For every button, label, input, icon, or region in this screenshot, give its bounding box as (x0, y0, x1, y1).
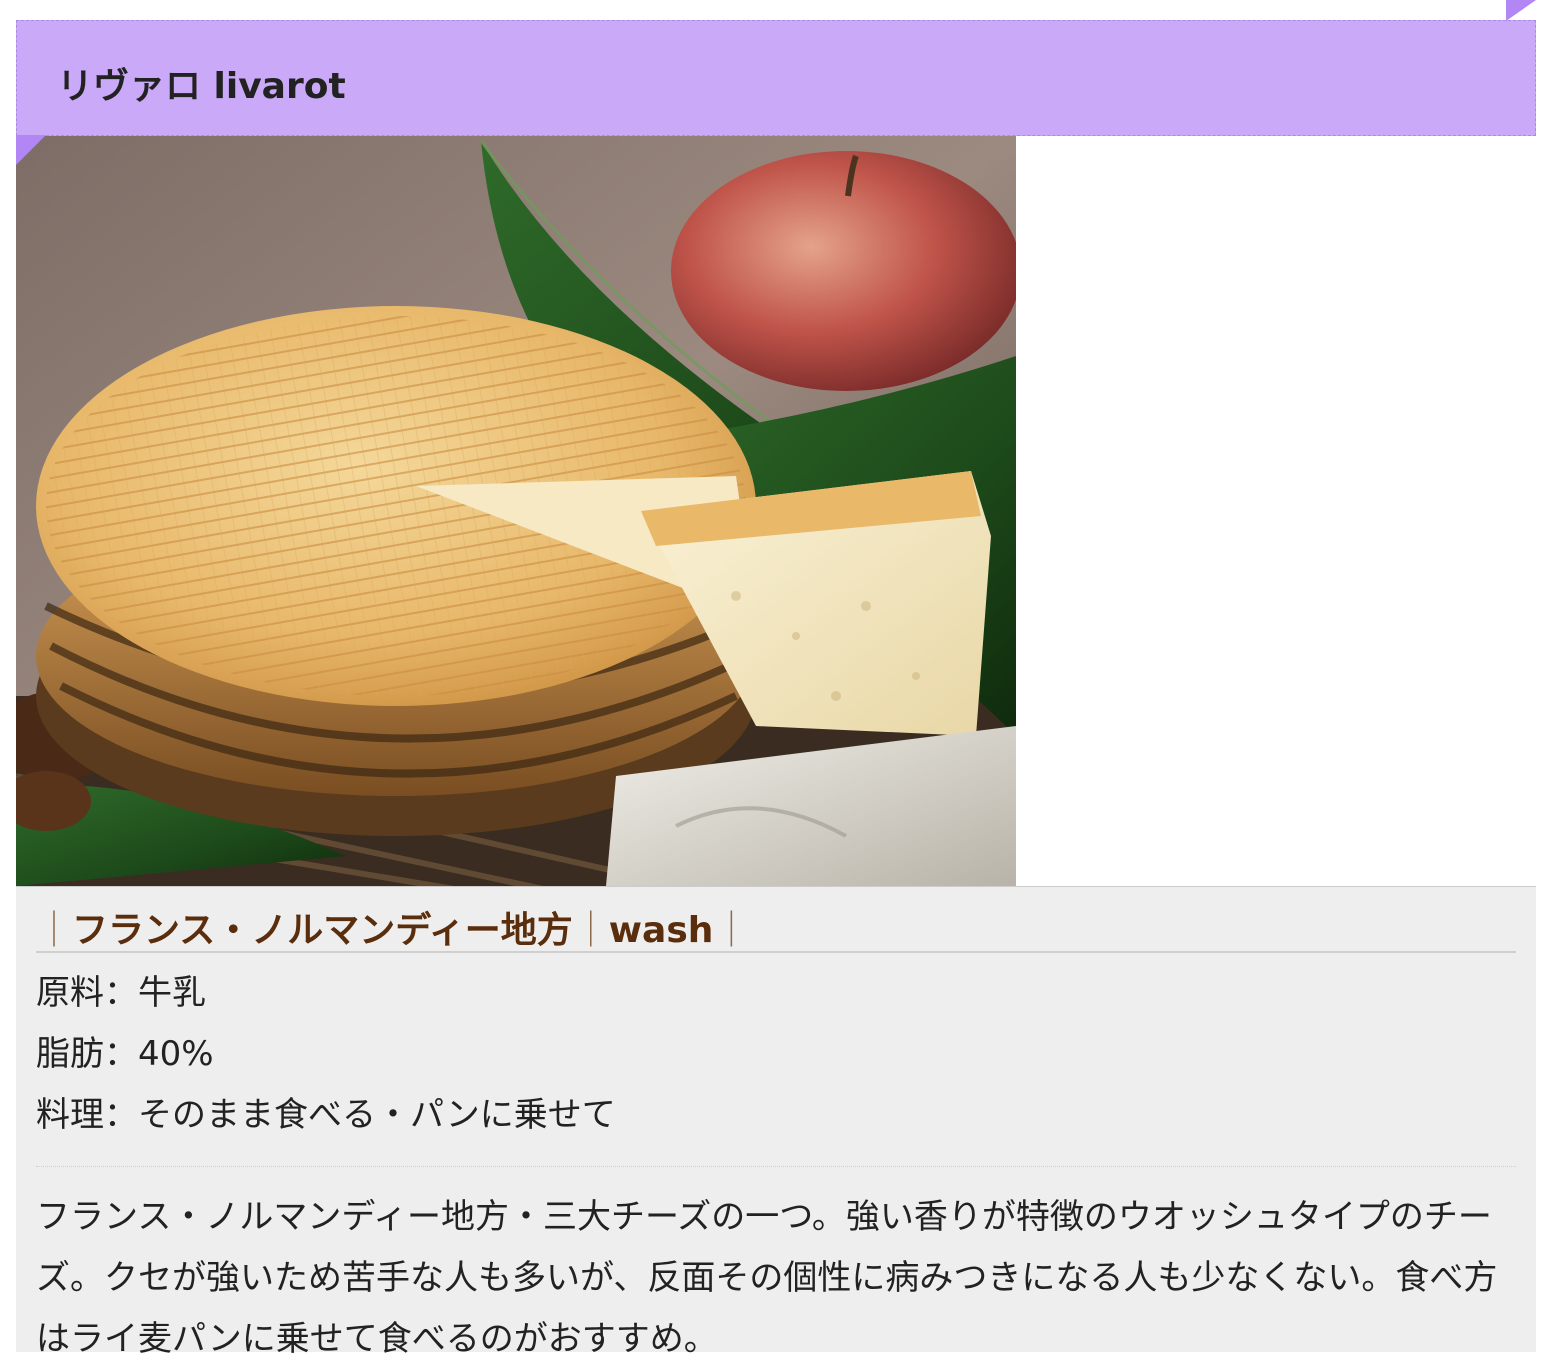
ribbon-fold-top-right (1506, 0, 1536, 21)
ribbon-fold-bottom-left (16, 135, 46, 165)
spec-list: 原料：牛乳 脂肪：40% 料理：そのまま食べる・パンに乗せて (36, 953, 1516, 1167)
cheese-photo (16, 136, 1016, 886)
type-tag: wash (608, 910, 714, 951)
spec-separator: ： (104, 1034, 138, 1074)
tag-separator: ｜ (572, 910, 609, 951)
spec-row-ingredient: 原料：牛乳 (36, 971, 1516, 1032)
page-title: リヴァロ livarot (57, 66, 346, 107)
spec-separator: ： (104, 973, 138, 1013)
spec-label: 料理 (36, 1095, 104, 1135)
spec-value: そのまま食べる・パンに乗せて (138, 1095, 616, 1135)
cheese-info-panel: ｜フランス・ノルマンディー地方｜wash｜ 原料：牛乳 脂肪：40% 料理：その… (16, 886, 1536, 1359)
title-bar: リヴァロ livarot (16, 0, 1536, 165)
tag-separator: ｜ (36, 910, 73, 951)
spec-value: 牛乳 (138, 973, 206, 1013)
spec-value: 40% (138, 1034, 214, 1074)
tag-separator: ｜ (713, 910, 750, 951)
spec-separator: ： (104, 1095, 138, 1135)
spec-label: 原料 (36, 973, 104, 1013)
description: フランス・ノルマンディー地方・三大チーズの一つ。強い香りが特徴のウオッシュタイプ… (36, 1197, 1498, 1359)
cheese-card: リヴァロ livarot ｜フランス・ノルマンディー地方｜wash｜ 原料：牛乳… (16, 0, 1536, 1359)
tagline: ｜フランス・ノルマンディー地方｜wash｜ (36, 887, 1516, 953)
region-tag: フランス・ノルマンディー地方 (72, 910, 573, 951)
spec-label: 脂肪 (36, 1034, 104, 1074)
spec-row-fat: 脂肪：40% (36, 1032, 1516, 1093)
spec-row-cooking: 料理：そのまま食べる・パンに乗せて (36, 1093, 1516, 1154)
